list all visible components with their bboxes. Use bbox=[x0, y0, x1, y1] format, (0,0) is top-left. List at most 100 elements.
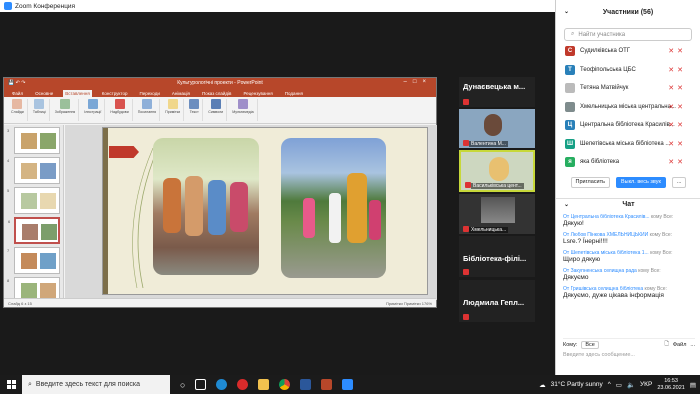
participant-avatar: Ш bbox=[565, 138, 575, 149]
language-indicator[interactable]: УКР bbox=[640, 381, 652, 388]
ribbon-group-comments[interactable]: Примітки bbox=[162, 99, 185, 121]
table-icon bbox=[34, 99, 45, 109]
chrome-icon[interactable] bbox=[279, 379, 291, 390]
participant-avatar: я bbox=[565, 157, 575, 168]
participant-row[interactable]: Ш Шепетівська міська бібліотека ... ✕✕ bbox=[556, 135, 696, 154]
participant-list: С Судилківська ОТГ ✕✕ Т Теофіпольська ЦБС ✕✕… bbox=[556, 42, 696, 172]
slide-thumbnail[interactable]: 4 bbox=[7, 157, 60, 184]
recipient-select[interactable]: Все bbox=[581, 340, 599, 349]
muted-mic-icon bbox=[463, 99, 469, 105]
video-icon bbox=[237, 99, 248, 109]
participant-row[interactable]: С Судилківська ОТГ ✕✕ bbox=[556, 42, 696, 61]
video-tile[interactable]: Хмельницька... bbox=[459, 194, 535, 234]
muted-icons: ✕✕ bbox=[668, 85, 686, 92]
ribbon-group-images[interactable]: Зображення bbox=[52, 99, 80, 121]
video-tile-active-speaker[interactable]: Васильківська цент... bbox=[459, 150, 535, 192]
slide-thumbnail[interactable]: 5 bbox=[7, 187, 60, 214]
mute-all-button[interactable]: Выкл. весь звук bbox=[615, 176, 666, 188]
slide-photo-left[interactable] bbox=[153, 138, 259, 275]
start-button[interactable] bbox=[0, 375, 22, 394]
network-icon[interactable]: ▭ bbox=[616, 381, 622, 389]
ribbon-group-slides[interactable]: Слайди bbox=[8, 99, 28, 121]
ribbon-group-links[interactable]: Посилання bbox=[135, 99, 161, 121]
file-icon: 🗋 bbox=[664, 341, 669, 347]
tab-transitions[interactable]: Переходи bbox=[137, 90, 161, 97]
ppt-window-title: Культурологічні проекти - PowerPoint bbox=[177, 80, 263, 86]
slide-thumbnail[interactable]: 7 bbox=[7, 247, 60, 274]
muted-icons: ✕✕ bbox=[668, 48, 686, 55]
invite-button[interactable]: Пригласить bbox=[570, 176, 610, 188]
tab-design[interactable]: Конструктор bbox=[100, 90, 130, 97]
participant-avatar bbox=[489, 157, 509, 181]
volume-icon[interactable]: 🔈 bbox=[627, 381, 635, 389]
slide-thumbnail[interactable]: 3 bbox=[7, 127, 60, 154]
chevron-down-icon[interactable]: ⌄ bbox=[564, 8, 569, 15]
ribbon-group-symbols[interactable]: Символи bbox=[205, 99, 228, 121]
window-controls[interactable]: –□× bbox=[404, 79, 432, 85]
word-icon[interactable] bbox=[300, 379, 312, 390]
participant-avatar: С bbox=[565, 46, 575, 57]
participant-row[interactable]: Т Теофіпольська ЦБС ✕✕ bbox=[556, 61, 696, 80]
ribbon-group-media[interactable]: Мультимедіа bbox=[229, 99, 258, 121]
participant-row[interactable]: Тетяна Матвійчук ✕✕ bbox=[556, 79, 696, 98]
participant-video bbox=[481, 197, 515, 223]
textbox-icon bbox=[189, 99, 200, 109]
video-tile[interactable]: Валентина М... bbox=[459, 109, 535, 148]
chat-input[interactable]: Введите здесь сообщение... bbox=[563, 352, 695, 358]
current-slide[interactable] bbox=[102, 127, 428, 295]
weather-icon: ☁ bbox=[539, 381, 546, 389]
slide-thumbnails[interactable]: 3 4 5 6 7 8 bbox=[4, 125, 64, 304]
chat-messages: От Центральна бібліотека Красилів... ком… bbox=[563, 214, 693, 304]
participant-avatar: Т bbox=[565, 64, 575, 75]
taskbar-search-input[interactable]: ⌕ Введите здесь текст для поиска bbox=[22, 375, 170, 394]
participant-row[interactable]: я яка бібліотека ✕✕ bbox=[556, 153, 696, 172]
notification-icon[interactable]: ▤ bbox=[690, 381, 696, 389]
video-tile[interactable]: Дунаєвецька м... bbox=[459, 77, 535, 107]
participants-header: ⌄ Участники (56) bbox=[556, 0, 700, 24]
video-tile[interactable]: Бібліотека-філі... bbox=[459, 236, 535, 277]
link-icon bbox=[141, 99, 152, 109]
tab-review[interactable]: Рецензування bbox=[241, 90, 274, 97]
file-button[interactable]: Файл bbox=[673, 342, 687, 348]
muted-mic-icon bbox=[463, 269, 469, 275]
file-explorer-icon[interactable] bbox=[258, 379, 270, 390]
chat-more-button[interactable]: ... bbox=[690, 342, 695, 348]
muted-icons: ✕✕ bbox=[668, 159, 686, 166]
participant-avatar bbox=[565, 83, 575, 94]
chat-message: От Гришівська селищна бібліотека кому Вс… bbox=[563, 286, 667, 299]
tab-animations[interactable]: Анімація bbox=[170, 90, 192, 97]
chevron-down-icon[interactable]: ⌄ bbox=[564, 201, 569, 208]
participant-row[interactable]: Ц Центральна бібліотека Красилів... ✕✕ bbox=[556, 116, 696, 135]
tab-file[interactable]: Файл bbox=[10, 90, 25, 97]
participant-search-input[interactable]: ⌕ Найти участника bbox=[564, 28, 692, 41]
clock[interactable]: 16:53 23.06.2021 bbox=[657, 378, 685, 392]
opera-icon[interactable] bbox=[237, 379, 249, 390]
cortana-icon[interactable]: ○ bbox=[180, 380, 185, 390]
video-tile[interactable]: Людмила Гепл... bbox=[459, 280, 535, 322]
equation-icon bbox=[210, 99, 221, 109]
slide-photo-right[interactable] bbox=[281, 138, 386, 278]
more-button[interactable]: ... bbox=[671, 176, 687, 188]
slide-decor-bar bbox=[103, 128, 108, 294]
ribbon-group-illustrations[interactable]: Ілюстрації bbox=[81, 99, 106, 121]
zoom-notes-controls[interactable]: Примітки Примітки 176% bbox=[386, 301, 432, 306]
ribbon-group-addins[interactable]: Надбудови bbox=[107, 99, 133, 121]
quick-access-icons[interactable]: 💾 ↶ ↷ bbox=[8, 80, 25, 86]
slide-thumbnail-selected[interactable]: 6 bbox=[8, 217, 60, 244]
ribbon-group-text[interactable]: Текст bbox=[186, 99, 204, 121]
participant-row[interactable]: Хмельницька міська центральна... ✕✕ bbox=[556, 98, 696, 117]
zoom-icon[interactable] bbox=[342, 379, 354, 390]
muted-icons: ✕✕ bbox=[668, 103, 686, 111]
powerpoint-icon[interactable] bbox=[321, 379, 333, 390]
tab-view[interactable]: Подання bbox=[283, 90, 305, 97]
tab-slideshow[interactable]: Показ слайдів bbox=[200, 90, 233, 97]
tab-insert[interactable]: Вставлення bbox=[63, 90, 92, 97]
ribbon-group-tables[interactable]: Таблиці bbox=[30, 99, 50, 121]
tray-expand-icon[interactable]: ^ bbox=[608, 381, 611, 388]
tab-home[interactable]: Основне bbox=[33, 90, 55, 97]
participant-avatar bbox=[565, 101, 575, 112]
task-view-icon[interactable] bbox=[195, 379, 207, 390]
weather-status[interactable]: 31°C Partly sunny bbox=[551, 381, 603, 388]
edge-icon[interactable] bbox=[216, 379, 228, 390]
to-label: Кому: bbox=[563, 341, 578, 348]
